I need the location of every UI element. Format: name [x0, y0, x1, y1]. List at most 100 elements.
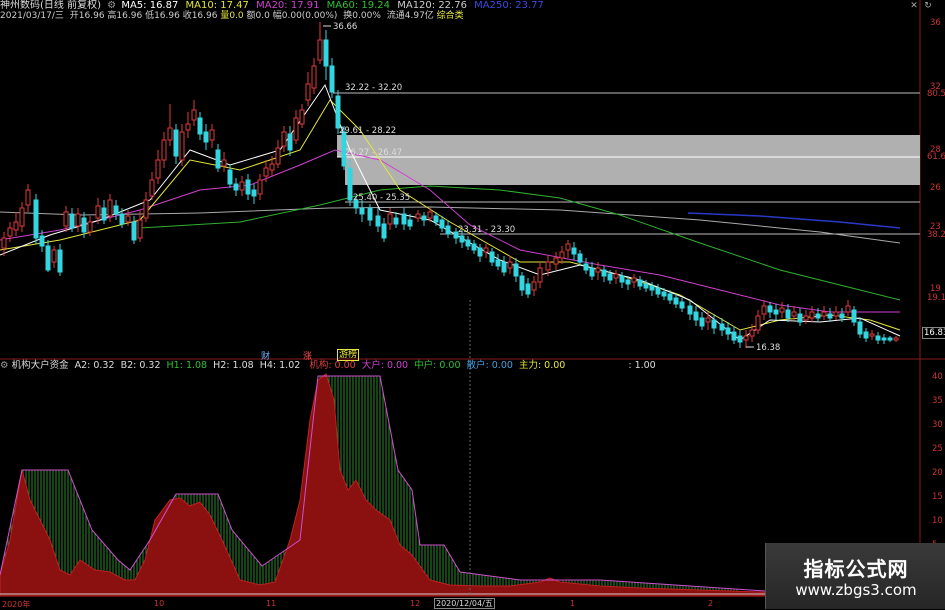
- candle-body: [887, 337, 893, 341]
- indicator-h2: H2: 1.08: [213, 360, 254, 371]
- candle-body: [465, 239, 471, 247]
- candle-body: [519, 275, 525, 291]
- indicator-header: ⚙ 机构大户资金 A2: 0.32 B2: 0.32 H1: 1.08 H2: …: [0, 360, 656, 372]
- info-high: 高16.96: [107, 11, 143, 21]
- candle-body: [221, 159, 227, 167]
- indicator-name[interactable]: 机构大户资金: [12, 360, 69, 371]
- info-float: 流通4.97亿: [386, 11, 434, 21]
- candle-body: [809, 311, 815, 319]
- candle-body: [275, 147, 281, 165]
- date-axis-label: 12: [410, 599, 421, 608]
- candle-body: [137, 219, 143, 239]
- candle-body: [39, 235, 45, 247]
- candle-body: [323, 39, 329, 67]
- candle-body: [393, 217, 399, 225]
- candle-body: [857, 321, 863, 335]
- indicator-dahu: 大户: 0.00: [361, 360, 409, 371]
- candle-body: [57, 249, 63, 273]
- price-axis-label: 61.6: [927, 152, 945, 162]
- candle-body: [833, 311, 839, 317]
- candle-body: [161, 139, 167, 161]
- zone-label: 26.27 - 26.47: [345, 148, 403, 158]
- indicator-jigou: 机构: 0.00: [309, 360, 356, 371]
- candle-body: [191, 109, 197, 121]
- candle-body: [711, 319, 717, 329]
- candle-body: [513, 263, 519, 277]
- indicator-b2: B2: 0.32: [120, 360, 161, 371]
- price-axis-label: 19.1: [927, 293, 945, 303]
- candle-body: [559, 251, 565, 259]
- ma10-line: [0, 99, 901, 331]
- candle-body: [471, 243, 477, 251]
- info-change: 幅0.00(0.00%): [272, 11, 338, 21]
- indicator-axis-label: 20: [932, 468, 943, 478]
- close-icon[interactable]: ✕: [908, 0, 920, 12]
- indicator-extra: : 1.00: [628, 360, 656, 371]
- candle-body: [125, 215, 131, 223]
- candle-body: [619, 275, 625, 283]
- candle-body: [375, 215, 381, 227]
- candle-body: [215, 149, 221, 169]
- candle-body: [743, 335, 749, 341]
- indicator-zhuli: 主力: 0.00: [518, 360, 566, 371]
- candle-body: [293, 117, 299, 141]
- candle-body: [583, 263, 589, 271]
- indicator-a2: A2: 0.32: [74, 360, 115, 371]
- candle-body: [155, 159, 161, 179]
- candle-body: [537, 267, 543, 283]
- candle-body: [87, 221, 93, 233]
- candle-body: [725, 327, 731, 335]
- stock-title[interactable]: 神州数码(日线 前复权): [0, 0, 101, 11]
- candle-body: [95, 205, 101, 219]
- info-sector: 综合类: [436, 11, 464, 21]
- price-axis-label: 80.5: [927, 89, 945, 99]
- candle-body: [881, 337, 887, 341]
- candle-body: [553, 257, 559, 265]
- candle-body: [821, 311, 827, 317]
- resistance-zone: [345, 157, 920, 185]
- candle-body: [595, 267, 601, 273]
- candle-body: [203, 131, 209, 143]
- candle-body: [839, 313, 845, 319]
- candle-body: [791, 311, 797, 317]
- candle-body: [347, 167, 353, 201]
- candle-body: [719, 323, 725, 331]
- indicator-axis-label: 30: [932, 420, 943, 430]
- candle-body: [81, 217, 87, 233]
- indicator-axis-label: 10: [932, 516, 943, 526]
- ma5-value: MA5: 16.87: [121, 0, 179, 11]
- candle-body: [767, 305, 773, 313]
- gear-icon[interactable]: ⚙: [107, 0, 116, 11]
- candle-body: [7, 227, 13, 237]
- candle-body: [63, 211, 69, 227]
- ma250-value: MA250: 23.77: [474, 0, 544, 11]
- candle-body: [489, 251, 495, 263]
- candle-body: [119, 213, 125, 225]
- gear-icon[interactable]: ⚙: [0, 360, 9, 371]
- candle-body: [329, 65, 335, 93]
- candle-body: [679, 301, 685, 309]
- candle-body: [209, 129, 215, 141]
- watermark-url: www.zbgs3.com: [795, 581, 917, 599]
- candle-body: [673, 297, 679, 305]
- candle-body: [415, 213, 421, 219]
- date-axis-label: 2020年: [2, 600, 31, 609]
- ma10-value: MA10: 17.47: [185, 0, 249, 11]
- watermark-logo: 指标公式网 www.zbgs3.com: [765, 543, 945, 609]
- stock-chart-canvas[interactable]: [0, 0, 945, 609]
- ma60-value: MA60: 19.24: [326, 0, 391, 11]
- candle-body: [149, 179, 155, 197]
- low-price-mark: 16.38: [756, 343, 781, 353]
- candle-body: [785, 309, 791, 319]
- candle-body: [227, 169, 233, 185]
- date-axis-label: 10: [154, 599, 165, 608]
- candle-body: [613, 273, 619, 279]
- candle-body: [495, 259, 501, 267]
- candle-body: [101, 207, 107, 221]
- candle-body: [477, 247, 483, 257]
- candle-body: [483, 247, 489, 253]
- candle-body: [33, 199, 39, 239]
- refresh-icon[interactable]: ↻: [922, 0, 934, 12]
- resistance-zone: [337, 135, 920, 157]
- candle-body: [577, 253, 583, 263]
